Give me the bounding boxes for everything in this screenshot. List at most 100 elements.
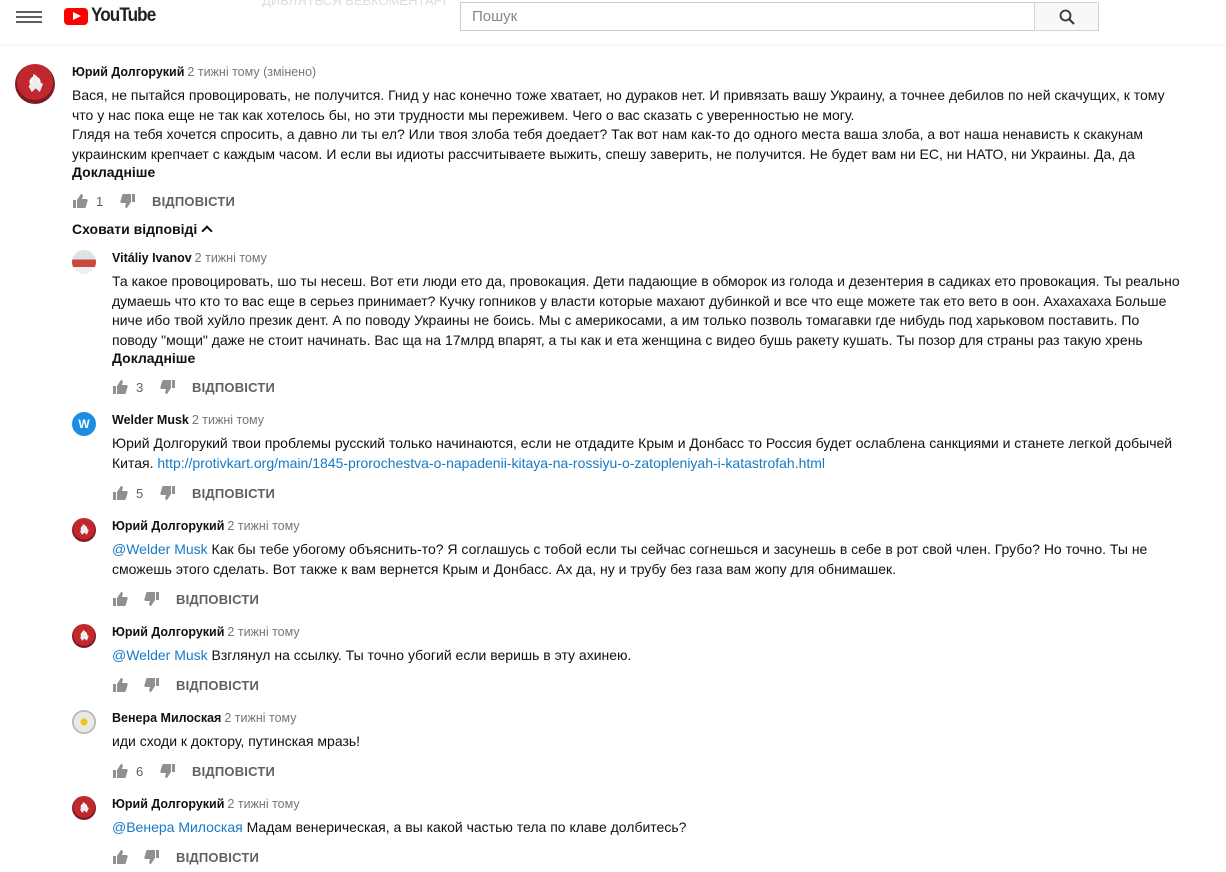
reply-button[interactable]: ВІДПОВІСТИ — [192, 380, 275, 395]
comment-line: сможешь этого сделать. Вот также к вам в… — [112, 560, 897, 577]
comment-text: @Welder Musk Как бы тебе убогому объясни… — [112, 540, 1222, 579]
comment-actions: 3 ВІДПОВІСТИ — [112, 377, 275, 397]
thumbs-up-icon[interactable] — [112, 763, 128, 779]
comment-text-part: Китая. — [112, 454, 158, 471]
like-count: 6 — [136, 763, 144, 779]
comment-line: Юрий Долгорукий твои проблемы русский то… — [112, 435, 1173, 451]
comment-text-part: Взглянул на ссылку. Ты точно убогий если… — [207, 647, 632, 663]
comment-line: Китая. http://protivkart.org/main/1845-p… — [112, 454, 1222, 474]
comment-text: иди сходи к доктору, путинская мразь! — [112, 732, 1222, 752]
mention-link[interactable]: @Welder Musk — [112, 541, 208, 557]
comment-actions: 6 ВІДПОВІСТИ — [112, 761, 275, 781]
author-name[interactable]: Юрий Долгорукий — [112, 797, 224, 811]
thumbs-up-icon[interactable] — [112, 677, 128, 693]
comment-line: ниче ибо твой хуйло презик дент. А по по… — [112, 312, 1140, 328]
avatar[interactable] — [72, 710, 96, 734]
read-more-link[interactable]: Докладніше — [72, 164, 155, 180]
avatar[interactable] — [72, 518, 96, 542]
comment-header: Vitáliy Ivanov 2 тижні тому — [112, 251, 267, 265]
comment-line: иди сходи к доктору, путинская мразь! — [112, 733, 361, 749]
comment-text: @Венера Милоская Мадам венерическая, а в… — [112, 818, 1222, 838]
thumbs-down-icon[interactable] — [160, 485, 176, 501]
thumbs-up-icon[interactable] — [112, 849, 128, 865]
timestamp[interactable]: 2 тижні тому (змінено) — [187, 65, 316, 79]
read-more-link[interactable]: Докладніше — [112, 350, 195, 366]
comment-line: @Welder Musk Взглянул на ссылку. Ты точн… — [112, 646, 1222, 666]
reply-button[interactable]: ВІДПОВІСТИ — [152, 194, 235, 209]
search-box — [460, 2, 1035, 31]
thumbs-down-icon[interactable] — [144, 849, 160, 865]
ghost-text: ДИВЛЯТЬСЯ ВЕБКОМЕНТАРІ — [262, 0, 446, 8]
comment-header: Юрий Долгорукий 2 тижні тому — [112, 625, 300, 639]
avatar[interactable] — [72, 250, 96, 274]
timestamp[interactable]: 2 тижні тому — [195, 251, 267, 265]
thumbs-down-icon[interactable] — [120, 193, 136, 209]
author-name[interactable]: Welder Musk — [112, 413, 189, 427]
search-icon — [1059, 9, 1075, 25]
reply-button[interactable]: ВІДПОВІСТИ — [176, 592, 259, 607]
author-name[interactable]: Юрий Долгорукий — [112, 625, 224, 639]
comment-header: Венера Милоская 2 тижні тому — [112, 711, 297, 725]
timestamp[interactable]: 2 тижні тому — [192, 413, 264, 427]
comment-text-part: Мадам венерическая, а вы какой частью те… — [242, 819, 687, 835]
reply-button[interactable]: ВІДПОВІСТИ — [192, 486, 275, 501]
avatar[interactable]: W — [72, 412, 96, 436]
author-name[interactable]: Юрий Долгорукий — [112, 519, 224, 533]
comment-line: что у нас пока еще не так как хотелось б… — [72, 106, 855, 123]
timestamp[interactable]: 2 тижні тому — [227, 797, 299, 811]
timestamp[interactable]: 2 тижні тому — [224, 711, 296, 725]
thumbs-up-icon[interactable] — [112, 379, 128, 395]
like-count: 5 — [136, 485, 144, 501]
thumbs-down-icon[interactable] — [144, 591, 160, 607]
thumbs-up-icon[interactable] — [112, 485, 128, 501]
hide-replies-label: Сховати відповіді — [72, 221, 198, 237]
reply-button[interactable]: ВІДПОВІСТИ — [176, 850, 259, 865]
author-name[interactable]: Венера Милоская — [112, 711, 221, 725]
avatar[interactable] — [72, 796, 96, 820]
chevron-up-icon — [201, 225, 213, 237]
timestamp[interactable]: 2 тижні тому — [227, 519, 299, 533]
comment-actions: 5 ВІДПОВІСТИ — [112, 483, 275, 503]
youtube-logo[interactable]: YouTube — [64, 5, 162, 26]
comment-text: @Welder Musk Взглянул на ссылку. Ты точн… — [112, 646, 1222, 666]
comment-header: Welder Musk 2 тижні тому — [112, 413, 264, 427]
comment-actions: ВІДПОВІСТИ — [112, 847, 259, 867]
thumbs-down-icon[interactable] — [144, 677, 160, 693]
thumbs-up-icon[interactable] — [72, 193, 88, 209]
hide-replies-button[interactable]: Сховати відповіді — [72, 221, 213, 237]
comment-text-part: Как бы тебе убогому объяснить-то? Я согл… — [207, 541, 1148, 557]
comment-actions: ВІДПОВІСТИ — [112, 675, 259, 695]
comment-header: Юрий Долгорукий 2 тижні тому — [112, 797, 300, 811]
avatar[interactable] — [15, 64, 55, 104]
author-name[interactable]: Vitáliy Ivanov — [112, 251, 192, 265]
author-name[interactable]: Юрий Долгорукий — [72, 65, 184, 79]
comment-text: Та какое провоцировать, шо ты несеш. Вот… — [112, 272, 1222, 350]
timestamp[interactable]: 2 тижні тому — [227, 625, 299, 639]
mention-link[interactable]: @Welder Musk — [112, 647, 208, 663]
comment-text: Вася, не пытайся провоцировать, не получ… — [72, 86, 1222, 164]
reply-button[interactable]: ВІДПОВІСТИ — [176, 678, 259, 693]
thumbs-up-icon[interactable] — [112, 591, 128, 607]
like-count: 1 — [96, 193, 104, 209]
menu-icon[interactable] — [16, 8, 42, 26]
avatar[interactable] — [72, 624, 96, 648]
youtube-play-icon — [64, 7, 88, 25]
comment-header: Юрий Долгорукий 2 тижні тому — [112, 519, 300, 533]
comment-line: @Welder Musk Как бы тебе убогому объясни… — [112, 540, 1222, 560]
comment-line: думаешь что кто то вас еще в серьез прин… — [112, 292, 1167, 309]
mention-link[interactable]: @Венера Милоская — [112, 819, 243, 835]
comment-text: Юрий Долгорукий твои проблемы русский то… — [112, 434, 1222, 473]
search-button[interactable] — [1034, 2, 1099, 31]
reply-button[interactable]: ВІДПОВІСТИ — [192, 764, 275, 779]
comment-line: украинским крепчает с каждым часом. И ес… — [72, 145, 1135, 162]
thumbs-down-icon[interactable] — [160, 763, 176, 779]
like-count: 3 — [136, 379, 144, 395]
masthead: ДИВЛЯТЬСЯ ВЕБКОМЕНТАРІ YouTube — [0, 0, 1226, 44]
search-input[interactable] — [461, 3, 1035, 30]
comment-line: @Венера Милоская Мадам венерическая, а в… — [112, 818, 1222, 838]
external-link[interactable]: http://protivkart.org/main/1845-proroche… — [157, 455, 825, 471]
comment-actions: 1 ВІДПОВІСТИ — [72, 191, 235, 211]
thumbs-down-icon[interactable] — [160, 379, 176, 395]
comment-line: Вася, не пытайся провоцировать, не получ… — [72, 87, 1165, 103]
comment-actions: ВІДПОВІСТИ — [112, 589, 259, 609]
